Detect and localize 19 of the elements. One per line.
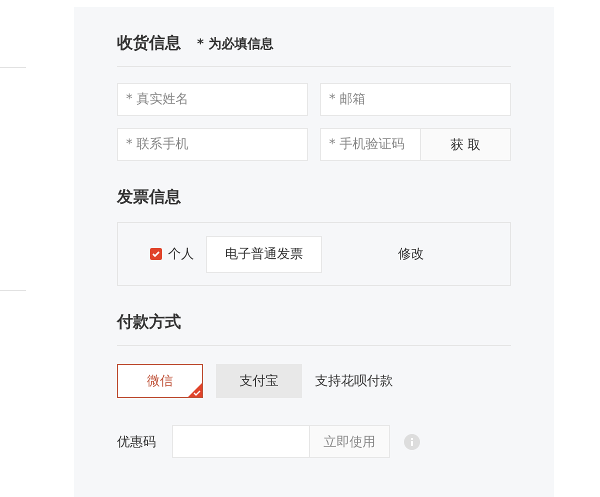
payment-note: 支持花呗付款 xyxy=(315,373,393,390)
invoice-type-button[interactable]: 电子普通发票 xyxy=(206,236,322,272)
required-note: * 为必填信息 xyxy=(197,36,274,53)
input-field[interactable]: * 联系手机 xyxy=(117,128,308,161)
checkbox[interactable] xyxy=(150,248,162,260)
check-icon xyxy=(188,383,202,397)
section-title: 付款方式 xyxy=(117,312,181,333)
input-field[interactable]: * 真实姓名 xyxy=(117,83,308,116)
edit-link[interactable]: 修改 xyxy=(398,245,424,263)
payment-method[interactable]: 支付宝 xyxy=(216,364,302,398)
code-field[interactable]: * 手机验证码 xyxy=(320,128,421,161)
section-title: 收货信息 xyxy=(117,33,181,54)
info-icon[interactable] xyxy=(404,434,420,450)
section-title: 发票信息 xyxy=(117,187,181,206)
get-code-button[interactable]: 获 取 xyxy=(421,128,511,161)
payment-method[interactable]: 微信 xyxy=(117,364,203,398)
input-field[interactable]: * 邮箱 xyxy=(320,83,511,116)
coupon-label: 优惠码 xyxy=(117,434,157,450)
checkbox-label: 个人 xyxy=(168,246,194,263)
